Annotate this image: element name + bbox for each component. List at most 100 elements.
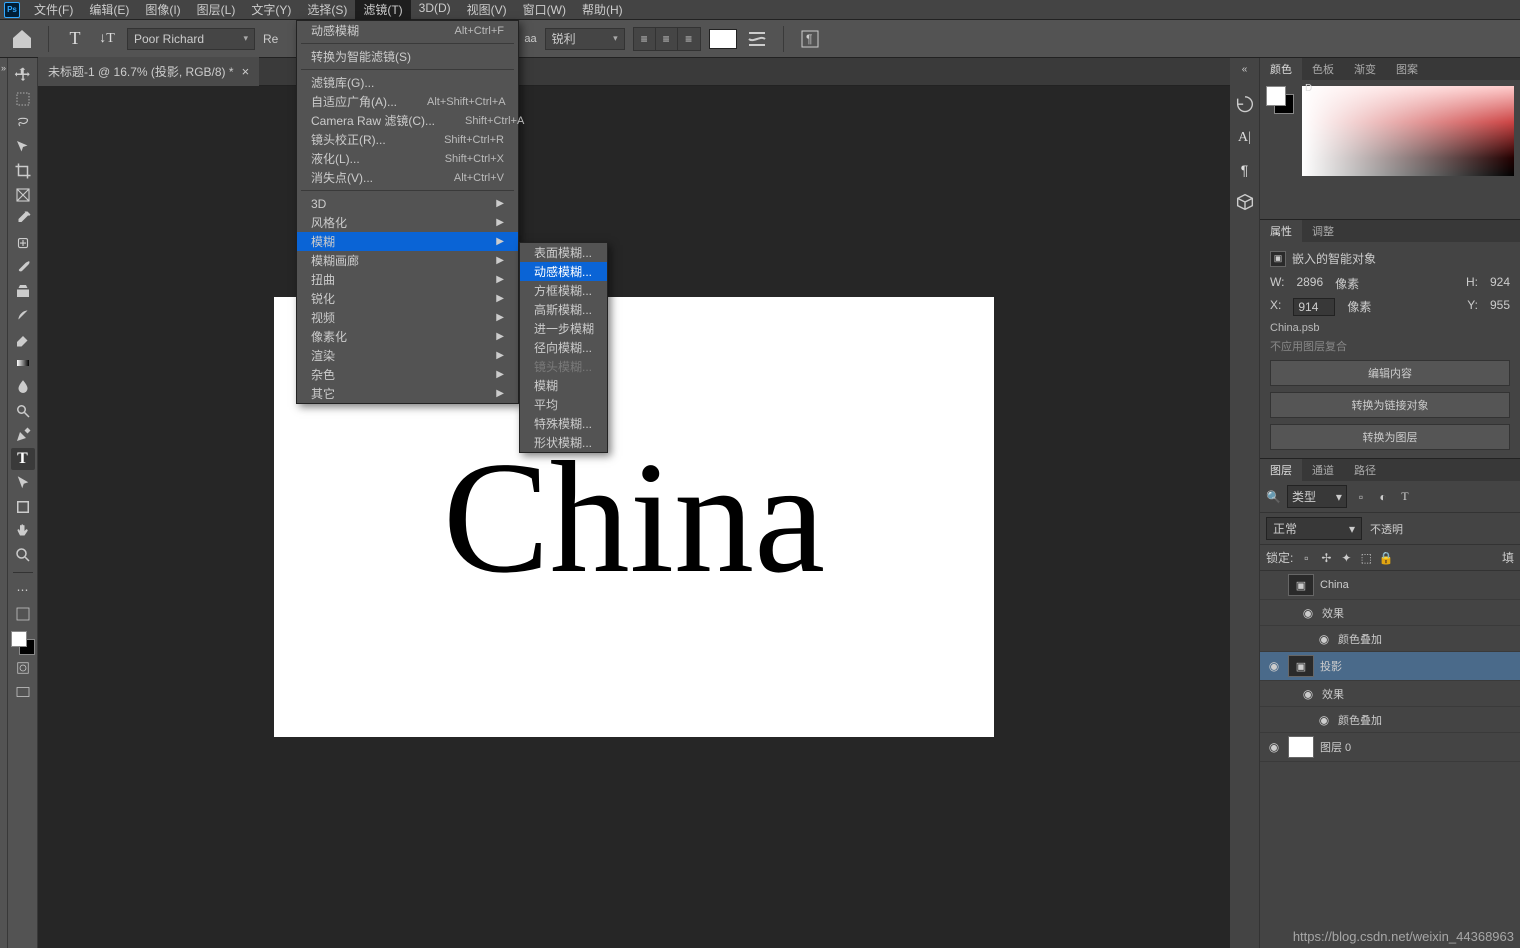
menu-item[interactable]: 文字(Y) (243, 0, 299, 20)
convert-layer-button[interactable]: 转换为图层 (1270, 424, 1510, 450)
font-family-select[interactable]: Poor Richard ▾ (127, 28, 255, 50)
collapse-strip[interactable]: » (0, 58, 8, 948)
layer-row[interactable]: ◉图层 0 (1260, 733, 1520, 762)
menu-item[interactable]: 自适应广角(A)...Alt+Shift+Ctrl+A (297, 92, 518, 111)
screen-mode-toggle[interactable] (11, 681, 35, 703)
layer-row[interactable]: ◉颜色叠加 (1260, 707, 1520, 733)
visibility-toggle[interactable]: ◉ (1300, 606, 1316, 620)
canvas-viewport[interactable]: China (38, 86, 1230, 948)
3d-panel-icon[interactable] (1234, 191, 1256, 213)
tab-adjustments[interactable]: 调整 (1302, 220, 1344, 242)
antialias-select[interactable]: 锐利 ▾ (545, 28, 625, 50)
menu-item[interactable]: 滤镜(T) (355, 0, 410, 20)
filter-pixel-icon[interactable]: ▫ (1353, 489, 1369, 505)
lasso-tool[interactable] (11, 112, 35, 134)
quick-select-tool[interactable] (11, 136, 35, 158)
visibility-toggle[interactable]: ◉ (1266, 659, 1282, 673)
type-tool[interactable]: T (11, 448, 35, 470)
menu-item[interactable]: 文件(F) (26, 0, 81, 20)
layer-row[interactable]: ◉颜色叠加 (1260, 626, 1520, 652)
menu-item[interactable]: 3D(D) (411, 0, 459, 20)
menu-item[interactable]: 选择(S) (299, 0, 355, 20)
tab-patterns[interactable]: 图案 (1386, 58, 1428, 80)
submenu-item[interactable]: 高斯模糊... (520, 300, 607, 319)
menu-item[interactable]: 图层(L) (189, 0, 244, 20)
color-picker-gradient[interactable]: D (1302, 86, 1514, 176)
convert-linked-button[interactable]: 转换为链接对象 (1270, 392, 1510, 418)
menu-item[interactable]: 滤镜库(G)... (297, 73, 518, 92)
visibility-toggle[interactable]: ◉ (1316, 713, 1332, 727)
eraser-tool[interactable] (11, 328, 35, 350)
tab-channels[interactable]: 通道 (1302, 459, 1344, 481)
text-color-swatch[interactable] (709, 29, 737, 49)
menu-item[interactable]: 动感模糊Alt+Ctrl+F (297, 21, 518, 40)
lock-full-icon[interactable]: 🔒 (1379, 551, 1393, 565)
submenu-item[interactable]: 模糊 (520, 376, 607, 395)
menu-item[interactable]: 扭曲▶ (297, 270, 518, 289)
linked-file[interactable]: China.psb (1270, 322, 1510, 334)
align-left-button[interactable]: ≡ (634, 28, 656, 50)
layer-row[interactable]: ▣China (1260, 571, 1520, 600)
close-icon[interactable]: × (242, 64, 250, 79)
tab-paths[interactable]: 路径 (1344, 459, 1386, 481)
menu-item[interactable]: 窗口(W) (515, 0, 574, 20)
paragraph-panel-icon[interactable]: ¶ (1234, 159, 1256, 181)
filter-adjust-icon[interactable]: ◐ (1375, 489, 1391, 505)
menu-item[interactable]: 渲染▶ (297, 346, 518, 365)
visibility-toggle[interactable]: ◉ (1266, 740, 1282, 754)
tab-gradients[interactable]: 渐变 (1344, 58, 1386, 80)
shape-tool[interactable] (11, 496, 35, 518)
quick-mask-toggle[interactable] (11, 657, 35, 679)
layer-row[interactable]: ◉效果 (1260, 600, 1520, 626)
path-select-tool[interactable] (11, 472, 35, 494)
expand-panels-icon[interactable]: « (1242, 64, 1248, 75)
tab-swatches[interactable]: 色板 (1302, 58, 1344, 80)
tab-properties[interactable]: 属性 (1260, 220, 1302, 242)
document-tab[interactable]: 未标题-1 @ 16.7% (投影, RGB/8) * × (38, 57, 259, 86)
visibility-toggle[interactable]: ◉ (1300, 687, 1316, 701)
healing-tool[interactable] (11, 232, 35, 254)
lock-position-icon[interactable]: ✢ (1319, 551, 1333, 565)
dodge-tool[interactable] (11, 400, 35, 422)
gradient-tool[interactable] (11, 352, 35, 374)
marquee-tool[interactable] (11, 88, 35, 110)
menu-item[interactable]: 帮助(H) (574, 0, 631, 20)
menu-item[interactable]: 视频▶ (297, 308, 518, 327)
clone-tool[interactable] (11, 280, 35, 302)
home-icon[interactable] (10, 27, 34, 51)
hand-tool[interactable] (11, 520, 35, 542)
submenu-item[interactable]: 平均 (520, 395, 607, 414)
zoom-tool[interactable] (11, 544, 35, 566)
edit-toolbar[interactable] (11, 603, 35, 625)
menu-item[interactable]: 编辑(E) (81, 0, 137, 20)
foreground-background-colors[interactable] (11, 631, 35, 655)
submenu-item[interactable]: 动感模糊... (520, 262, 607, 281)
submenu-item[interactable]: 形状模糊... (520, 433, 607, 452)
filter-text-icon[interactable]: T (1397, 489, 1413, 505)
frame-tool[interactable] (11, 184, 35, 206)
history-brush-tool[interactable] (11, 304, 35, 326)
lock-pixels-icon[interactable]: ▫ (1299, 551, 1313, 565)
menu-item[interactable]: 视图(V) (459, 0, 515, 20)
submenu-item[interactable]: 特殊模糊... (520, 414, 607, 433)
character-panel-icon[interactable]: ¶ (798, 27, 822, 51)
text-orientation-icon[interactable]: ↓T (95, 27, 119, 51)
blend-mode-select[interactable]: 正常▾ (1266, 517, 1362, 540)
align-right-button[interactable]: ≡ (678, 28, 700, 50)
crop-tool[interactable] (11, 160, 35, 182)
move-tool[interactable] (11, 64, 35, 86)
menu-item[interactable]: 其它▶ (297, 384, 518, 403)
character-panel-icon[interactable]: A| (1234, 127, 1256, 149)
menu-item[interactable]: 液化(L)...Shift+Ctrl+X (297, 149, 518, 168)
eyedropper-tool[interactable] (11, 208, 35, 230)
tab-color[interactable]: 颜色 (1260, 58, 1302, 80)
history-panel-icon[interactable] (1234, 95, 1256, 117)
blur-tool[interactable] (11, 376, 35, 398)
menu-item[interactable]: 镜头校正(R)...Shift+Ctrl+R (297, 130, 518, 149)
menu-item[interactable]: Camera Raw 滤镜(C)...Shift+Ctrl+A (297, 111, 518, 130)
layer-row[interactable]: ◉▣投影 (1260, 652, 1520, 681)
more-tools[interactable]: ⋯ (11, 579, 35, 601)
fg-bg-swatch[interactable] (1266, 86, 1294, 114)
layer-filter-select[interactable]: 类型▾ (1287, 485, 1347, 508)
tab-layers[interactable]: 图层 (1260, 459, 1302, 481)
